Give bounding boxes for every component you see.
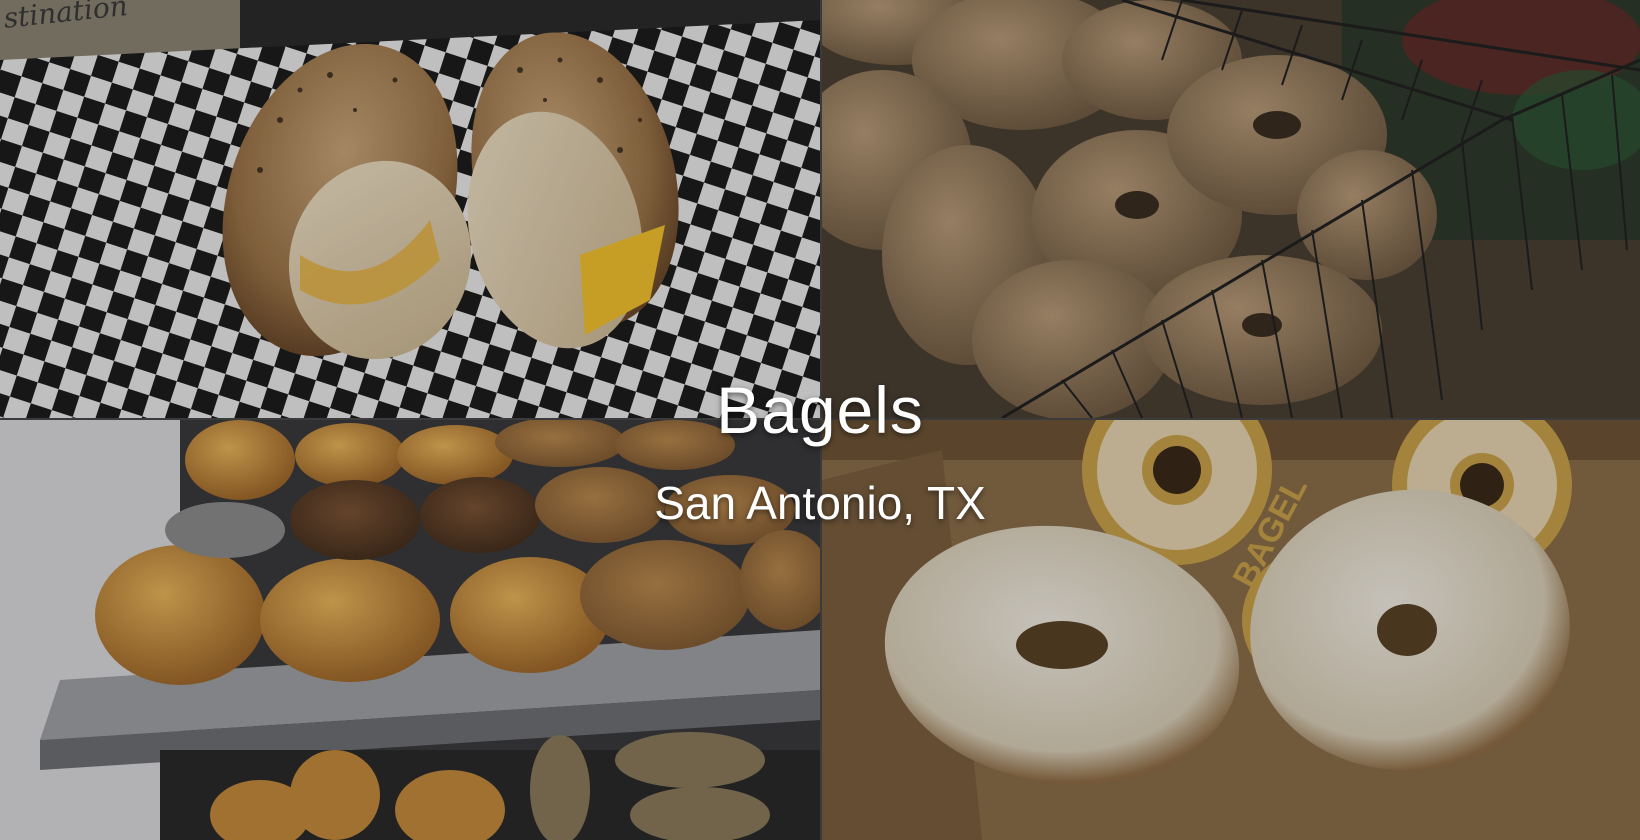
location-subtitle: San Antonio, TX xyxy=(654,477,986,529)
photo-bagel-sandwich: stination xyxy=(0,0,820,418)
photo-bagel-basket xyxy=(822,0,1640,418)
page-title: Bagels xyxy=(716,373,924,447)
